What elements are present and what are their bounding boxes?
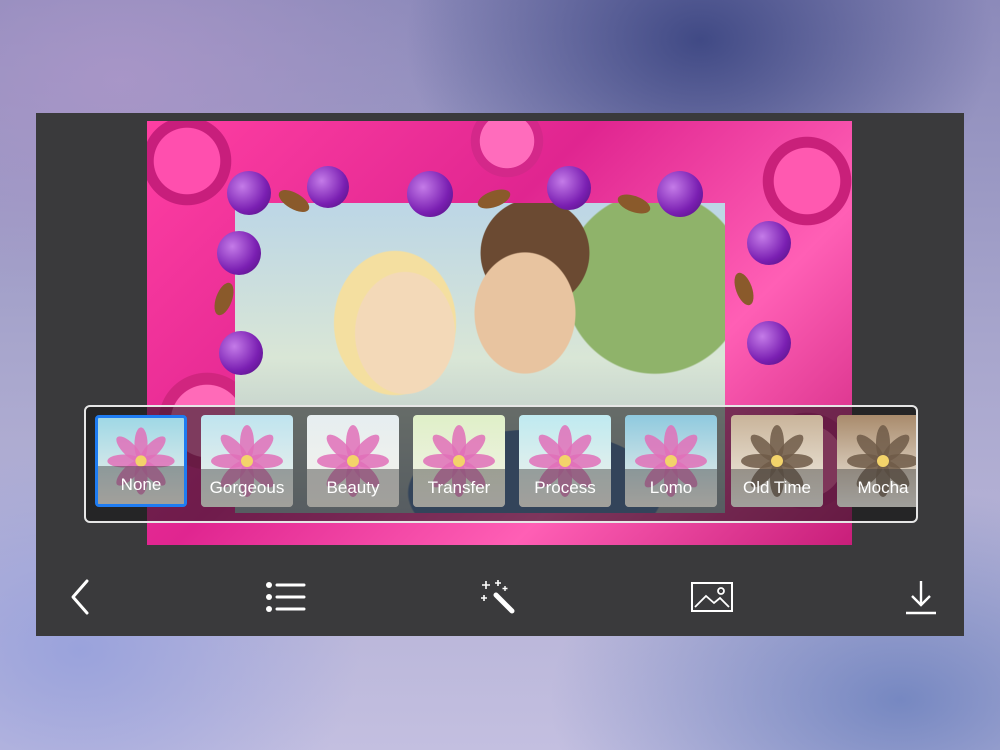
filter-label: Old Time [731, 469, 823, 507]
list-icon [266, 582, 306, 612]
garland-flower [657, 171, 703, 217]
effects-button[interactable] [474, 573, 522, 621]
garland-flower [747, 221, 791, 265]
bottom-toolbar [36, 555, 964, 636]
magic-wand-icon [481, 580, 515, 614]
filter-thumb[interactable]: Beauty [307, 415, 399, 507]
filter-thumb[interactable]: Transfer [413, 415, 505, 507]
filter-thumb[interactable]: Mocha [837, 415, 916, 507]
garland-flower [217, 231, 261, 275]
image-icon [691, 582, 733, 612]
download-icon [906, 581, 936, 615]
editor-panel: None Gorgeous Beauty Transfer Process Lomo Old… [36, 113, 964, 636]
filter-thumb[interactable]: Lomo [625, 415, 717, 507]
filter-label: Gorgeous [201, 469, 293, 507]
filter-thumb[interactable]: None [95, 415, 187, 507]
back-arrow-icon [71, 579, 89, 615]
filter-strip[interactable]: None Gorgeous Beauty Transfer Process Lomo Old… [84, 405, 918, 523]
garland-leaf [210, 280, 238, 318]
frames-list-button[interactable] [262, 573, 310, 621]
back-button[interactable] [56, 573, 104, 621]
save-button[interactable] [897, 573, 945, 621]
filter-thumb[interactable]: Gorgeous [201, 415, 293, 507]
filter-label: None [98, 466, 184, 504]
filter-list: None Gorgeous Beauty Transfer Process Lomo Old… [95, 415, 916, 507]
filter-thumb[interactable]: Old Time [731, 415, 823, 507]
gallery-button[interactable] [688, 573, 736, 621]
garland-flower [307, 166, 349, 208]
filter-label: Mocha [837, 469, 916, 507]
filter-label: Process [519, 469, 611, 507]
filter-label: Transfer [413, 469, 505, 507]
filter-thumb[interactable]: Process [519, 415, 611, 507]
garland-flower [407, 171, 453, 217]
garland-flower [747, 321, 791, 365]
garland-leaf [730, 270, 758, 308]
garland-flower [547, 166, 591, 210]
garland-flower [219, 331, 263, 375]
filter-label: Lomo [625, 469, 717, 507]
filter-label: Beauty [307, 469, 399, 507]
garland-flower [227, 171, 271, 215]
